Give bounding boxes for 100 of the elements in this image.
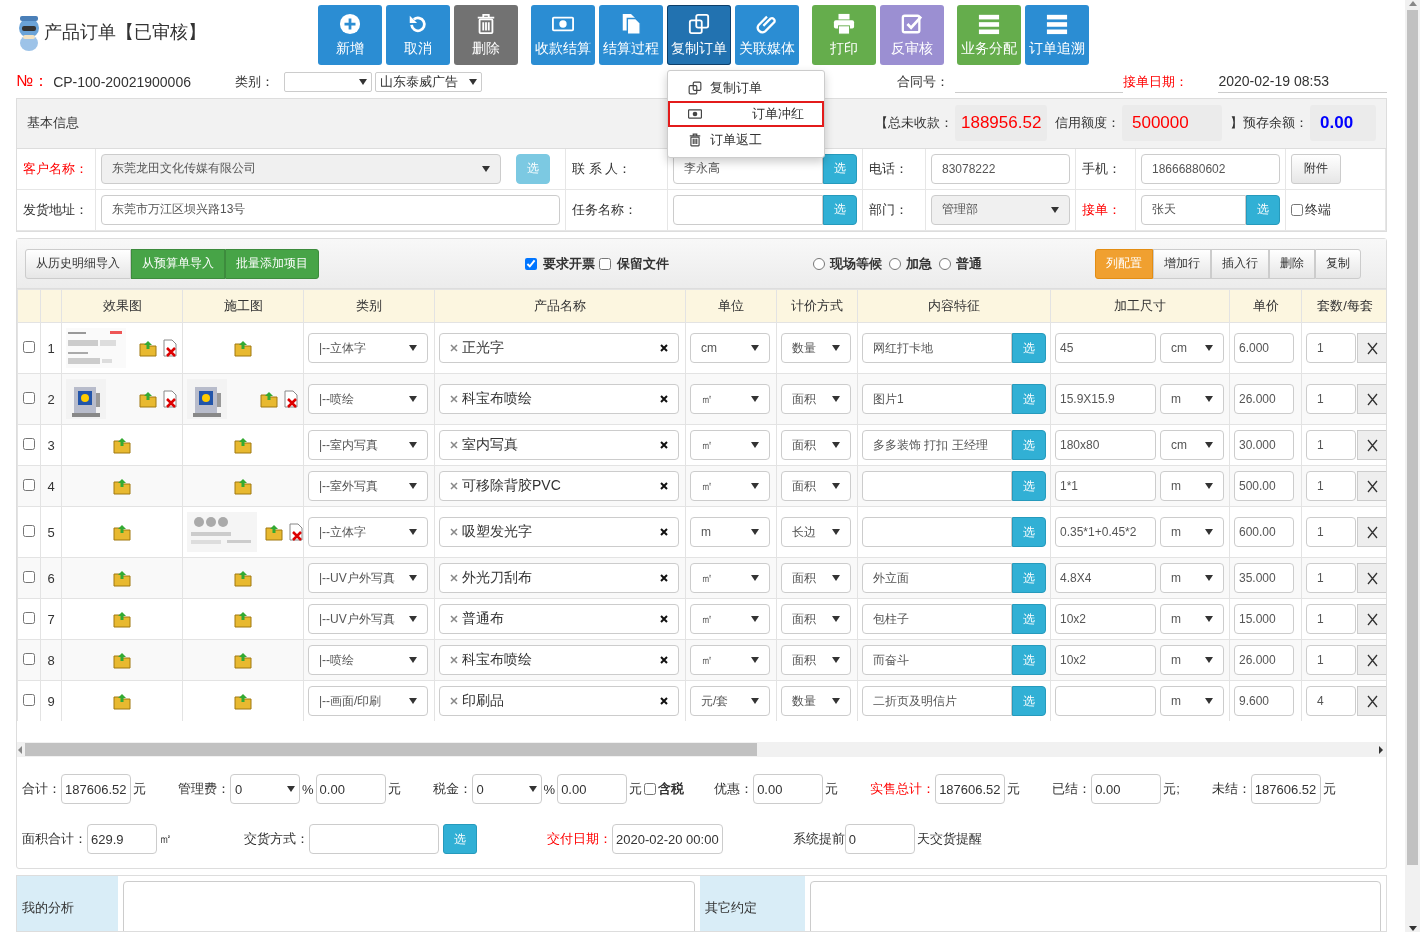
- radio-button[interactable]: [813, 257, 825, 270]
- price-field[interactable]: 35.000: [1234, 563, 1294, 594]
- row-checkbox[interactable]: [23, 611, 35, 624]
- delete-row-button[interactable]: [1357, 471, 1386, 502]
- unit-dropdown[interactable]: m: [1160, 563, 1224, 594]
- import-button[interactable]: 从历史明细导入: [25, 248, 131, 279]
- unit-dropdown[interactable]: ㎡: [690, 471, 770, 502]
- action-button[interactable]: 复制: [1315, 248, 1361, 279]
- unit-dropdown[interactable]: cm: [690, 333, 770, 364]
- product-field[interactable]: 印刷品: [439, 686, 679, 717]
- row-checkbox[interactable]: [23, 570, 35, 583]
- pricing-dropdown[interactable]: 面积: [781, 471, 851, 502]
- quantity-field[interactable]: 1: [1306, 430, 1356, 461]
- checkbox[interactable]: [599, 257, 611, 270]
- text-field[interactable]: 0.00: [315, 774, 386, 805]
- row-checkbox[interactable]: [23, 478, 35, 491]
- menu-item[interactable]: 复制订单: [668, 75, 824, 101]
- toolbar-button[interactable]: 取消: [386, 5, 450, 65]
- unit-dropdown[interactable]: ㎡: [690, 604, 770, 635]
- product-field[interactable]: 科宝布喷绘: [439, 645, 679, 676]
- unit-dropdown[interactable]: ㎡: [690, 563, 770, 594]
- note-field[interactable]: [123, 880, 695, 931]
- row-checkbox[interactable]: [23, 391, 35, 404]
- note-field[interactable]: [809, 880, 1381, 931]
- size-field[interactable]: 15.9X15.9: [1055, 384, 1156, 415]
- checkbox[interactable]: [525, 257, 537, 270]
- size-field[interactable]: [1055, 686, 1156, 717]
- dropdown[interactable]: 东莞龙田文化传媒有限公司: [101, 153, 501, 184]
- quantity-field[interactable]: 1: [1306, 604, 1356, 635]
- unit-dropdown[interactable]: m: [1160, 686, 1224, 717]
- text-field[interactable]: 187606.52: [61, 774, 131, 805]
- content-field[interactable]: 而奋斗: [862, 645, 1012, 676]
- attachment-button[interactable]: 附件: [1291, 153, 1341, 184]
- content-field[interactable]: 二折页及明信片: [862, 686, 1012, 717]
- menu-item[interactable]: 订单返工: [668, 127, 824, 153]
- text-field[interactable]: 0: [844, 824, 915, 855]
- text-field[interactable]: [309, 824, 439, 855]
- size-field[interactable]: 10x2: [1055, 645, 1156, 676]
- menu-item[interactable]: 订单冲红: [668, 101, 824, 127]
- pricing-dropdown[interactable]: 长边: [781, 517, 851, 548]
- row-checkbox[interactable]: [23, 437, 35, 450]
- action-button[interactable]: 插入行: [1211, 248, 1269, 279]
- text-field[interactable]: 18666880602: [1141, 153, 1280, 184]
- content-field[interactable]: 多多装饰 打扣 王经理: [862, 430, 1012, 461]
- unit-dropdown[interactable]: ㎡: [690, 645, 770, 676]
- category-dropdown[interactable]: |--喷绘: [308, 384, 428, 415]
- delete-row-button[interactable]: [1357, 430, 1386, 461]
- text-field[interactable]: 0.00: [557, 774, 628, 805]
- quantity-field[interactable]: 1: [1306, 471, 1356, 502]
- pricing-dropdown[interactable]: 面积: [781, 384, 851, 415]
- text-field[interactable]: 0.00: [753, 774, 824, 805]
- toolbar-button[interactable]: 关联媒体: [735, 5, 799, 65]
- unit-dropdown[interactable]: cm: [1160, 333, 1224, 364]
- quantity-field[interactable]: 1: [1306, 517, 1356, 548]
- category-dropdown[interactable]: |--室内写真: [308, 430, 428, 461]
- toolbar-button[interactable]: 删除: [454, 5, 518, 65]
- delete-row-button[interactable]: [1357, 686, 1386, 717]
- text-field[interactable]: 629.9: [87, 824, 157, 855]
- quantity-field[interactable]: 1: [1306, 645, 1356, 676]
- unit-dropdown[interactable]: m: [1160, 517, 1224, 548]
- product-field[interactable]: 吸塑发光字: [439, 517, 679, 548]
- unit-dropdown[interactable]: m: [690, 517, 770, 548]
- content-field[interactable]: 图片1: [862, 384, 1012, 415]
- content-field[interactable]: 网红打卡地: [862, 333, 1012, 364]
- scrollbar-thumb[interactable]: [25, 743, 757, 757]
- toolbar-button[interactable]: 订单追溯: [1025, 5, 1089, 65]
- unit-dropdown[interactable]: m: [1160, 645, 1224, 676]
- pricing-dropdown[interactable]: 数量: [781, 333, 851, 364]
- price-field[interactable]: 600.00: [1234, 517, 1294, 548]
- row-checkbox[interactable]: [23, 340, 35, 353]
- category-dropdown[interactable]: |--室外写真: [308, 471, 428, 502]
- product-field[interactable]: 正光字: [439, 333, 679, 364]
- row-checkbox[interactable]: [23, 652, 35, 665]
- content-field[interactable]: [862, 471, 1012, 502]
- delete-row-button[interactable]: [1357, 517, 1386, 548]
- text-field[interactable]: 张天: [1141, 194, 1246, 225]
- dropdown[interactable]: 管理部: [931, 194, 1070, 225]
- text-field[interactable]: 0.00: [1091, 774, 1162, 805]
- price-field[interactable]: 500.00: [1234, 471, 1294, 502]
- quantity-field[interactable]: 1: [1306, 333, 1356, 364]
- size-field[interactable]: 0.35*1+0.45*2: [1055, 517, 1156, 548]
- quantity-field[interactable]: 1: [1306, 384, 1356, 415]
- product-field[interactable]: 可移除背胶PVC: [439, 471, 679, 502]
- checkbox[interactable]: [644, 783, 657, 796]
- unit-dropdown[interactable]: 元/套: [690, 686, 770, 717]
- size-field[interactable]: 180x80: [1055, 430, 1156, 461]
- delete-row-button[interactable]: [1357, 384, 1386, 415]
- delete-row-button[interactable]: [1357, 645, 1386, 676]
- unit-dropdown[interactable]: m: [1160, 604, 1224, 635]
- category-dropdown[interactable]: |--喷绘: [308, 645, 428, 676]
- pricing-dropdown[interactable]: 面积: [781, 430, 851, 461]
- toolbar-button[interactable]: 收款结算: [531, 5, 595, 65]
- price-field[interactable]: 30.000: [1234, 430, 1294, 461]
- size-field[interactable]: 45: [1055, 333, 1156, 364]
- toolbar-button[interactable]: 复制订单: [667, 5, 731, 65]
- row-checkbox[interactable]: [23, 693, 35, 706]
- price-field[interactable]: 6.000: [1234, 333, 1294, 364]
- date-field[interactable]: 2020-02-19 08:53: [1218, 70, 1387, 93]
- company-dropdown[interactable]: 山东泰威广告: [374, 71, 482, 92]
- product-field[interactable]: 外光刀刮布: [439, 563, 679, 594]
